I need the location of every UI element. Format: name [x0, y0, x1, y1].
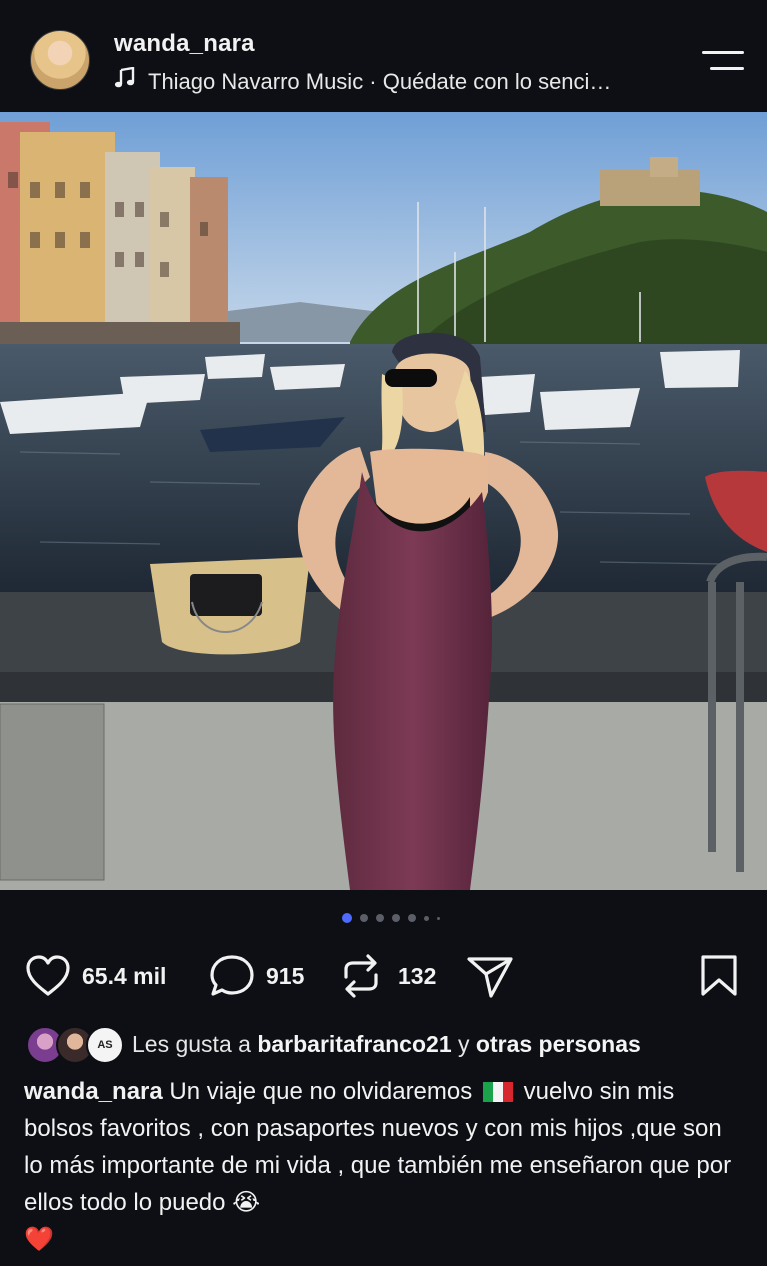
liked-by-others[interactable]: otras personas: [476, 1031, 641, 1057]
liked-by-row[interactable]: AS Les gusta a barbaritafranco21 y otras…: [26, 1023, 746, 1065]
post-username[interactable]: wanda_nara: [114, 30, 255, 58]
likes-count: 65.4 mil: [82, 962, 167, 989]
like-button[interactable]: 65.4 mil: [24, 950, 166, 1002]
carousel-dot: [360, 914, 368, 922]
liked-by-prefix: Les gusta a: [132, 1030, 251, 1057]
share-button[interactable]: [466, 950, 514, 1002]
carousel-dot: [424, 915, 429, 921]
comments-count: 915: [266, 962, 305, 989]
post-header: wanda_nara Thiago Navarro Music · Quédat…: [0, 0, 767, 112]
repost-button[interactable]: 132: [340, 950, 436, 1002]
carousel-indicator: [342, 912, 440, 924]
post-caption: wanda_nara Un viaje que no olvidaremos v…: [24, 1073, 744, 1258]
comment-button[interactable]: 915: [208, 950, 304, 1002]
send-icon: [466, 952, 514, 1000]
carousel-dot: [437, 916, 440, 920]
bookmark-icon: [700, 954, 738, 998]
heart-icon: [24, 954, 72, 998]
save-button[interactable]: [700, 950, 738, 1002]
music-label: Thiago Navarro Music · Quédate con lo se…: [148, 69, 612, 94]
menu-icon[interactable]: [702, 49, 744, 73]
carousel-dot: [392, 914, 400, 922]
liked-by-text: Les gusta a barbaritafranco21 y otras pe…: [132, 1031, 641, 1058]
music-info[interactable]: Thiago Navarro Music · Quédate con lo se…: [114, 66, 612, 95]
action-bar: 65.4 mil 915 132: [0, 950, 767, 1002]
carousel-dot: [376, 914, 384, 922]
carousel-dot: [408, 914, 416, 922]
post-photo[interactable]: [0, 112, 767, 890]
avatar: AS: [86, 1026, 124, 1064]
carousel-dot-active: [342, 913, 352, 923]
profile-avatar[interactable]: [30, 30, 90, 90]
caption-username[interactable]: wanda_nara: [24, 1078, 163, 1105]
reposts-count: 132: [398, 962, 437, 989]
crying-emoji-icon: 😭: [232, 1189, 261, 1216]
music-note-icon: [114, 66, 140, 95]
liked-by-user[interactable]: barbaritafranco21: [257, 1031, 451, 1057]
repost-icon: [340, 953, 382, 999]
caption-text-start: Un viaje que no olvidaremos: [169, 1078, 473, 1105]
heart-emoji-icon: ❤️: [24, 1226, 54, 1253]
italy-flag-icon: [482, 1076, 513, 1102]
liked-by-avatars: AS: [26, 1025, 124, 1064]
comment-icon: [208, 952, 256, 1000]
liked-by-middle: y: [458, 1030, 470, 1057]
